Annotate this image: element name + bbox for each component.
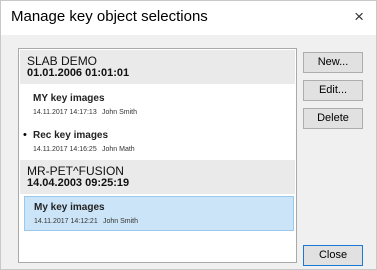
group-header-slab-demo: SLAB DEMO 01.01.2006 01:01:01 — [20, 50, 295, 84]
group-name: SLAB DEMO — [27, 54, 98, 68]
key-object-selection-list[interactable]: SLAB DEMO 01.01.2006 01:01:01 MY key ima… — [18, 48, 297, 263]
item-author: John Math — [102, 146, 135, 153]
item-author: John Smith — [102, 109, 138, 116]
group-date: 14.04.2003 09:25:19 — [27, 177, 130, 189]
manage-key-object-selections-dialog: Manage key object selections × SLAB DEMO… — [0, 0, 377, 270]
new-button[interactable]: New... — [303, 52, 363, 73]
item-timestamp: 14.11.2017 14:12:21 — [34, 218, 98, 225]
list-item-my-key-images[interactable]: MY key images 14.11.2017 14:17:13 John S… — [20, 86, 295, 121]
item-timestamp: 14.11.2017 14:16:25 — [33, 146, 97, 153]
group-name: MR-PET^FUSION — [27, 164, 124, 178]
item-name: MY key images — [33, 93, 105, 104]
group-date: 01.01.2006 01:01:01 — [27, 67, 130, 79]
list-item-my-key-images-selected[interactable]: My key images 14.11.2017 14:12:21 John S… — [24, 196, 294, 231]
title-bar: Manage key object selections × — [1, 1, 376, 35]
group-header-mr-pet-fusion: MR-PET^FUSION 14.04.2003 09:25:19 — [20, 160, 295, 194]
close-button[interactable]: Close — [303, 245, 363, 266]
item-timestamp: 14.11.2017 14:17:13 — [33, 109, 97, 116]
item-name: My key images — [34, 202, 105, 213]
current-item-bullet-icon: • — [23, 129, 27, 141]
item-name: Rec key images — [33, 130, 109, 141]
dialog-title: Manage key object selections — [11, 8, 208, 25]
close-window-icon[interactable]: × — [354, 7, 364, 27]
list-item-rec-key-images[interactable]: • Rec key images 14.11.2017 14:16:25 Joh… — [20, 123, 295, 158]
delete-button[interactable]: Delete — [303, 108, 363, 129]
edit-button[interactable]: Edit... — [303, 80, 363, 101]
item-author: John Smith — [103, 218, 139, 225]
